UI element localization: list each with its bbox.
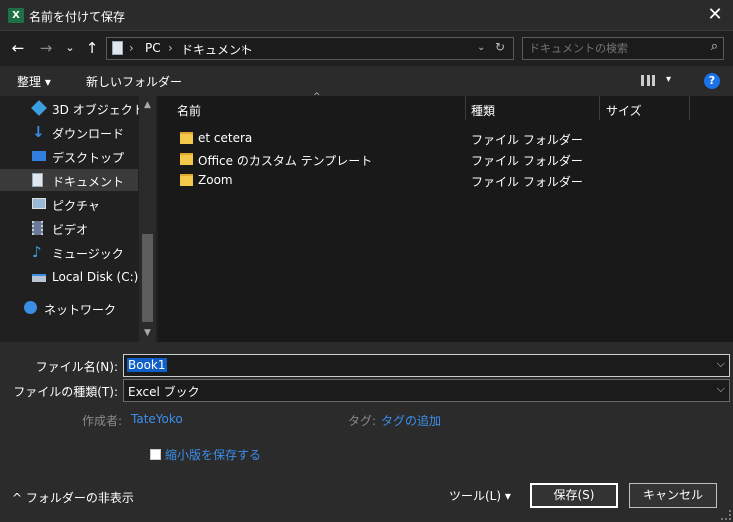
filename-label: ファイル名(N): [35, 360, 118, 374]
sidebar-item-local-disk[interactable]: Local Disk (C:) [0, 266, 138, 288]
picture-icon [32, 198, 46, 209]
sidebar-item-music[interactable]: ♪ ミュージック [0, 241, 138, 263]
sidebar-item-label: ドキュメント [52, 175, 125, 189]
sort-ascending-icon: ^ [313, 92, 321, 102]
download-icon: ↓ [32, 123, 45, 141]
drive-icon [32, 274, 46, 282]
sidebar-item-3d-objects[interactable]: 3D オブジェクト [0, 97, 145, 119]
network-icon [24, 301, 37, 314]
document-folder-icon [112, 41, 123, 55]
scroll-down-icon[interactable]: ▼ [139, 328, 156, 338]
desktop-icon [32, 151, 46, 161]
file-list: ^ 名前 種類 サイズ et cetera ファイル フォルダー Office … [158, 92, 733, 342]
save-thumbnail-checkbox[interactable] [150, 449, 161, 460]
tags-value[interactable]: タグの追加 [381, 412, 441, 429]
close-icon[interactable]: ✕ [703, 3, 727, 27]
recent-locations-chevron-icon[interactable]: ⌄ [63, 37, 77, 59]
filename-value: Book1 [127, 358, 167, 372]
filename-input[interactable]: Book1 ⌵ [123, 354, 730, 377]
sidebar-item-label: Local Disk (C:) [52, 270, 139, 284]
breadcrumb-separator: › [241, 41, 246, 55]
view-options-icon[interactable] [641, 75, 655, 86]
file-row-et-cetera[interactable]: et cetera ファイル フォルダー [158, 128, 718, 149]
search-box[interactable]: ⌕ [522, 37, 724, 60]
breadcrumb-separator: › [129, 41, 134, 55]
author-label: 作成者: [82, 414, 123, 428]
sidebar-item-label: ネットワーク [44, 303, 117, 317]
column-header-type[interactable]: 種類 [471, 102, 495, 119]
cube-icon [31, 100, 47, 116]
breadcrumb-pc[interactable]: PC [145, 41, 161, 55]
organize-menu[interactable]: 整理 ▾ [17, 73, 51, 90]
search-icon[interactable]: ⌕ [711, 39, 718, 54]
help-icon[interactable]: ? [704, 73, 720, 89]
window-title: 名前を付けて保存 [29, 10, 126, 24]
save-thumbnail-label[interactable]: 縮小版を保存する [165, 446, 261, 463]
folder-icon [180, 153, 193, 165]
document-icon [32, 173, 43, 187]
sidebar-item-desktop[interactable]: デスクトップ [0, 145, 138, 167]
column-divider[interactable] [465, 96, 466, 120]
address-bar[interactable]: › PC › ドキュメント › ⌄ ↻ [106, 37, 514, 60]
chevron-down-icon[interactable]: ⌵ [717, 382, 725, 396]
sidebar-item-label: ミュージック [52, 247, 124, 261]
tools-menu[interactable]: ツール(L) ▾ [449, 487, 511, 504]
sidebar-item-label: 3D オブジェクト [52, 103, 145, 117]
view-menu-chevron-icon[interactable]: ▾ [666, 74, 671, 85]
excel-app-icon: X [8, 8, 24, 23]
save-options-panel: ファイル名(N): Book1 ⌵ ファイルの種類(T): Excel ブック … [0, 342, 733, 522]
file-type: ファイル フォルダー [471, 175, 583, 189]
file-type: ファイル フォルダー [471, 133, 583, 147]
breadcrumb-separator: › [168, 41, 173, 55]
cancel-button[interactable]: キャンセル [629, 483, 717, 508]
sidebar-scrollbar[interactable]: ▲ ▼ [139, 96, 156, 342]
scrollbar-thumb[interactable] [142, 234, 153, 322]
address-dropdown-chevron-icon[interactable]: ⌄ [477, 42, 485, 53]
navigation-bar: ← → ⌄ ↑ › PC › ドキュメント › ⌄ ↻ ⌕ [0, 31, 733, 66]
up-arrow-icon[interactable]: ↑ [83, 37, 101, 59]
file-name: Zoom [198, 173, 233, 187]
scroll-up-icon[interactable]: ▲ [139, 100, 156, 110]
sidebar-item-pictures[interactable]: ピクチャ [0, 193, 138, 215]
sidebar-item-videos[interactable]: ビデオ [0, 217, 138, 239]
file-row-zoom[interactable]: Zoom ファイル フォルダー [158, 170, 718, 191]
file-type: ファイル フォルダー [471, 154, 583, 168]
search-input[interactable] [523, 38, 703, 59]
filetype-select[interactable]: Excel ブック ⌵ [123, 379, 730, 402]
sidebar-item-label: ダウンロード [52, 127, 125, 141]
folder-icon [180, 132, 193, 144]
forward-arrow-icon[interactable]: → [36, 37, 56, 59]
music-icon: ♪ [32, 243, 42, 261]
video-icon [32, 221, 43, 235]
hide-folders-button[interactable]: ^ フォルダーの非表示 [12, 489, 134, 506]
filetype-value: Excel ブック [128, 385, 200, 399]
sidebar-item-documents[interactable]: ドキュメント [0, 169, 138, 191]
command-bar: 整理 ▾ 新しいフォルダー ▾ ? [0, 66, 733, 96]
file-row-office-templates[interactable]: Office のカスタム テンプレート ファイル フォルダー [158, 149, 718, 170]
tags-label: タグ: [348, 414, 377, 428]
chevron-down-icon[interactable]: ⌵ [717, 357, 725, 371]
save-button[interactable]: 保存(S) [530, 483, 618, 508]
file-name: Office のカスタム テンプレート [198, 154, 373, 168]
refresh-icon[interactable]: ↻ [495, 40, 505, 54]
navigation-pane: 3D オブジェクト ↓ ダウンロード デスクトップ ドキュメント ピクチャ ビデ… [0, 96, 158, 342]
filetype-label: ファイルの種類(T): [13, 385, 118, 399]
sidebar-item-label: デスクトップ [52, 151, 125, 165]
sidebar-item-downloads[interactable]: ↓ ダウンロード [0, 121, 138, 143]
file-name: et cetera [198, 131, 253, 145]
column-divider[interactable] [599, 96, 600, 120]
sidebar-item-network[interactable]: ネットワーク [0, 297, 138, 319]
new-folder-button[interactable]: 新しいフォルダー [86, 73, 182, 90]
folder-icon [180, 174, 193, 186]
column-divider[interactable] [689, 96, 690, 120]
sidebar-item-label: ビデオ [52, 223, 89, 237]
column-header-size[interactable]: サイズ [606, 102, 642, 119]
resize-grip-icon[interactable] [721, 510, 731, 520]
title-bar: X 名前を付けて保存 ✕ [0, 0, 733, 31]
sidebar-item-label: ピクチャ [52, 199, 100, 213]
column-header-name[interactable]: 名前 [177, 102, 201, 119]
author-value[interactable]: TateYoko [131, 412, 183, 426]
back-arrow-icon[interactable]: ← [8, 37, 28, 59]
